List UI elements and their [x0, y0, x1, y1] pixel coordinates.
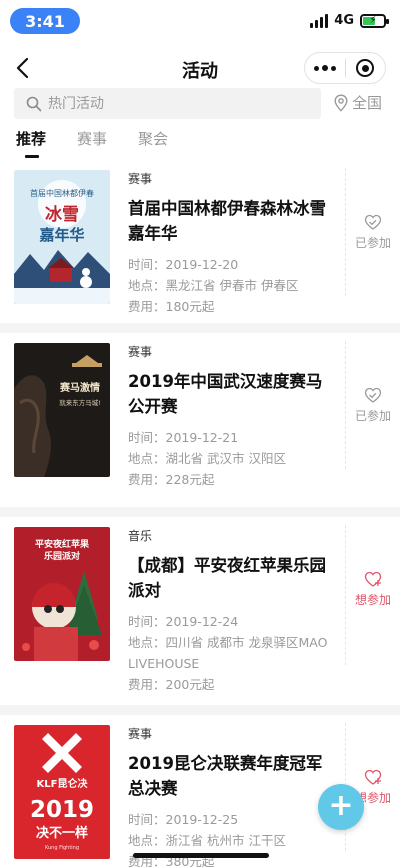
- join-label: 已参加: [354, 409, 391, 423]
- event-info: 赛事 2019昆仑决联赛年度冠军总决赛 时间：2019-12-25 地点：浙江省…: [128, 725, 338, 868]
- event-category: 音乐: [128, 529, 153, 543]
- plus-icon: +: [328, 787, 354, 823]
- join-label: 已参加: [354, 236, 391, 250]
- more-button[interactable]: [305, 53, 345, 83]
- event-place: 地点：浙江省 杭州市 江干区: [128, 833, 286, 848]
- svg-text:KLF昆仑决: KLF昆仑决: [37, 777, 89, 790]
- svg-text:决不一样: 决不一样: [36, 825, 88, 841]
- location-label: 全国: [352, 94, 383, 112]
- event-place: 地点：四川省 成都市 龙泉驿区MAO LIVEHOUSE: [128, 635, 328, 671]
- event-time: 时间：2019-12-21: [128, 430, 239, 445]
- svg-text:乐园派对: 乐园派对: [44, 550, 80, 562]
- home-indicator: [133, 853, 269, 858]
- close-mini-program-button[interactable]: [346, 53, 386, 83]
- more-icon: [313, 65, 336, 71]
- event-meta: 时间：2019-12-24 地点：四川省 成都市 龙泉驿区MAO LIVEHOU…: [128, 611, 338, 695]
- event-card[interactable]: 赛马激情 就来东方马城! 赛事 2019年中国武汉速度赛马公开赛 时间：2019…: [0, 333, 400, 517]
- event-meta: 时间：2019-12-20 地点：黑龙江省 伊春市 伊春区 费用：180元起: [128, 254, 338, 317]
- event-list: 首届中国林都伊春 冰雪 嘉年华 赛事 首届中国林都伊春森林冰雪嘉年华 时间：20…: [0, 160, 400, 868]
- event-fee: 费用：228元起: [128, 472, 215, 487]
- battery-icon: ⚡: [360, 13, 389, 28]
- event-poster: 赛马激情 就来东方马城!: [14, 343, 110, 477]
- card-divider: [345, 168, 346, 296]
- event-category: 赛事: [128, 727, 153, 741]
- tab-competition[interactable]: 赛事: [77, 128, 107, 160]
- event-place: 地点：湖北省 武汉市 汉阳区: [128, 451, 286, 466]
- network-type: 4G: [334, 13, 354, 28]
- event-poster: 平安夜红苹果 乐园派对: [14, 527, 110, 661]
- svg-text:赛马激情: 赛马激情: [59, 381, 100, 394]
- event-time: 时间：2019-12-20: [128, 257, 239, 272]
- status-bar: 3:41 4G ⚡: [0, 0, 400, 42]
- event-title[interactable]: 首届中国林都伊春森林冰雪嘉年华: [128, 196, 338, 246]
- search-input[interactable]: [48, 95, 288, 112]
- event-category: 赛事: [128, 172, 153, 186]
- location-pin-icon: [334, 93, 348, 112]
- signal-icon: [310, 13, 329, 28]
- search-icon: [26, 96, 42, 111]
- event-meta: 时间：2019-12-25 地点：浙江省 杭州市 江干区 费用：380元起: [128, 809, 338, 868]
- event-title[interactable]: 2019昆仑决联赛年度冠军总决赛: [128, 751, 338, 801]
- tab-party[interactable]: 聚会: [138, 128, 168, 160]
- svg-text:Kung Fighting: Kung Fighting: [45, 845, 79, 851]
- event-time: 时间：2019-12-24: [128, 614, 239, 629]
- search-row: 全国: [0, 88, 400, 120]
- join-status-button[interactable]: 已参加: [347, 387, 399, 424]
- event-fee: 费用：180元起: [128, 299, 215, 314]
- heart-plus-icon: [364, 769, 382, 785]
- category-tabs: 推荐 赛事 聚会: [16, 128, 168, 160]
- event-place: 地点：黑龙江省 伊春市 伊春区: [128, 278, 299, 293]
- nav-bar: 活动: [0, 42, 400, 94]
- event-time: 时间：2019-12-25: [128, 812, 239, 827]
- tab-recommend[interactable]: 推荐: [16, 128, 46, 160]
- mini-program-capsule: [304, 52, 386, 84]
- event-poster: KLF昆仑决 2019 决不一样 Kung Fighting: [14, 725, 110, 859]
- event-info: 音乐 【成都】平安夜红苹果乐园派对 时间：2019-12-24 地点：四川省 成…: [128, 527, 338, 695]
- target-icon: [356, 59, 375, 77]
- svg-text:嘉年华: 嘉年华: [38, 226, 84, 244]
- status-time: 3:41: [10, 8, 80, 34]
- event-info: 赛事 首届中国林都伊春森林冰雪嘉年华 时间：2019-12-20 地点：黑龙江省…: [128, 170, 338, 317]
- event-title[interactable]: 2019年中国武汉速度赛马公开赛: [128, 369, 338, 419]
- heart-check-icon: [364, 214, 382, 230]
- card-divider: [345, 525, 346, 665]
- join-label: 想参加: [354, 593, 391, 607]
- status-icons: 4G ⚡: [310, 13, 389, 28]
- event-title[interactable]: 【成都】平安夜红苹果乐园派对: [128, 553, 338, 603]
- join-status-button[interactable]: 想参加: [347, 571, 399, 608]
- heart-plus-icon: [364, 571, 382, 587]
- location-selector[interactable]: 全国: [334, 92, 382, 113]
- event-fee: 费用：200元起: [128, 677, 215, 692]
- svg-text:冰雪: 冰雪: [45, 204, 79, 225]
- svg-text:就来东方马城!: 就来东方马城!: [59, 398, 101, 407]
- svg-text:2019: 2019: [30, 797, 94, 823]
- card-divider: [345, 341, 346, 469]
- search-box[interactable]: [14, 88, 321, 119]
- svg-text:首届中国林都伊春: 首届中国林都伊春: [30, 188, 94, 198]
- event-category: 赛事: [128, 345, 153, 359]
- heart-check-icon: [364, 387, 382, 403]
- event-meta: 时间：2019-12-21 地点：湖北省 武汉市 汉阳区 费用：228元起: [128, 427, 338, 490]
- event-info: 赛事 2019年中国武汉速度赛马公开赛 时间：2019-12-21 地点：湖北省…: [128, 343, 338, 490]
- join-status-button[interactable]: 已参加: [347, 214, 399, 251]
- svg-text:平安夜红苹果: 平安夜红苹果: [35, 538, 90, 550]
- add-event-button[interactable]: +: [318, 784, 364, 830]
- event-card[interactable]: 首届中国林都伊春 冰雪 嘉年华 赛事 首届中国林都伊春森林冰雪嘉年华 时间：20…: [0, 160, 400, 333]
- event-poster: 首届中国林都伊春 冰雪 嘉年华: [14, 170, 110, 304]
- event-card[interactable]: 平安夜红苹果 乐园派对 音乐 【成都】平安夜红苹果乐园派对 时间：2019-12…: [0, 517, 400, 715]
